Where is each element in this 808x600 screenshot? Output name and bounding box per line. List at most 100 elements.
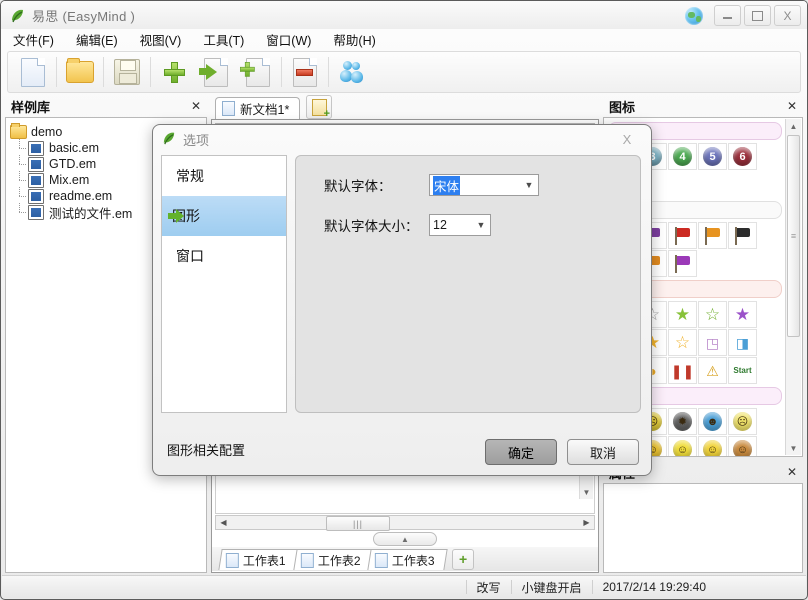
menu-help[interactable]: 帮助(H) (333, 30, 375, 49)
properties-body (603, 483, 803, 573)
chevron-down-icon[interactable]: ▼ (520, 180, 538, 190)
icon-cell[interactable]: 6 (728, 143, 757, 170)
globe-icon[interactable] (685, 6, 703, 25)
document-tab[interactable]: 新文档1* (215, 97, 301, 119)
tree-item-label: GTD.em (49, 157, 97, 171)
dialog-title-bar: 选项 X (153, 125, 651, 153)
icon-scroll-thumb[interactable]: ≡ (787, 135, 800, 337)
sheet-tab-3[interactable]: 工作表3 (367, 548, 448, 570)
icon-cell[interactable]: ❚❚ (668, 357, 697, 384)
icon-vertical-scrollbar[interactable]: ▲ ≡ ▼ (785, 119, 801, 455)
minimize-button[interactable] (714, 5, 741, 26)
scroll-down-icon[interactable]: ▼ (786, 441, 801, 455)
sheet-tab-label: 工作表2 (317, 553, 361, 567)
emoticon-icon: ☻ (703, 412, 722, 431)
symbol-icon: ◨ (735, 334, 750, 351)
easymind-leaf-icon (9, 7, 26, 24)
delete-node-button[interactable] (284, 53, 326, 91)
menu-window[interactable]: 窗口(W) (266, 30, 311, 49)
icon-cell[interactable]: ☆ (698, 301, 727, 328)
open-file-button[interactable] (59, 53, 101, 91)
tree-item-label: basic.em (49, 141, 100, 155)
share-button[interactable] (331, 53, 373, 91)
dialog-close-button[interactable]: X (611, 129, 643, 149)
nav-item-label: 窗口 (176, 248, 204, 264)
nav-item-general[interactable]: 常规 (162, 156, 286, 196)
dialog-title: 选项 (183, 132, 210, 148)
insert-child-button[interactable] (237, 53, 279, 91)
default-font-combo[interactable]: 宋体 ▼ (429, 174, 539, 196)
sample-library-header: 样例库 ✕ (5, 95, 207, 117)
dialog-graphics-page: 默认字体： 宋体 ▼ 默认字体大小： 12 ▼ (295, 155, 641, 413)
collapse-bar: ▲ (212, 532, 598, 546)
window-title: 易思 (EasyMind ) (32, 8, 136, 24)
add-sheet-button[interactable]: + (452, 548, 475, 570)
sheet-tab-2[interactable]: 工作表2 (293, 548, 374, 570)
icon-cell[interactable]: ☺ (698, 436, 727, 456)
default-font-label: 默认字体： (324, 179, 392, 194)
emoticon-icon: ☺ (733, 440, 752, 456)
icon-cell[interactable]: ☺ (668, 436, 697, 456)
icon-cell[interactable]: ◳ (698, 329, 727, 356)
sample-library-title: 样例库 (11, 99, 51, 115)
new-doc-tab-button[interactable] (306, 95, 333, 120)
ok-button[interactable]: 确定 (485, 439, 557, 465)
chevron-down-icon[interactable]: ▼ (472, 220, 490, 230)
flag-icon (733, 226, 753, 245)
emoticon-icon: ☺ (703, 440, 722, 456)
icon-cell[interactable]: ☹ (728, 408, 757, 435)
save-button[interactable] (106, 53, 148, 91)
symbol-icon: Start (733, 365, 752, 375)
icon-cell[interactable] (668, 222, 697, 249)
icon-cell[interactable]: ★ (728, 301, 757, 328)
close-button[interactable]: X (774, 5, 801, 26)
close-icon[interactable]: ✕ (191, 99, 201, 113)
close-icon[interactable]: ✕ (787, 465, 797, 479)
tree-item-label: 测试的文件.em (49, 206, 133, 221)
window-controls: X (685, 5, 801, 26)
hscroll-thumb[interactable]: ||| (326, 516, 390, 531)
scroll-down-icon[interactable]: ▼ (580, 486, 593, 499)
icon-cell[interactable]: Start (728, 357, 757, 384)
sheet-tab-1[interactable]: 工作表1 (218, 548, 299, 570)
canvas-horizontal-scrollbar[interactable]: ◀ ||| ▶ (215, 515, 595, 531)
icon-cell[interactable]: ◨ (728, 329, 757, 356)
hscroll-track[interactable]: ||| (231, 516, 579, 531)
default-font-size-combo[interactable]: 12 ▼ (429, 214, 491, 236)
icon-cell[interactable] (668, 250, 697, 277)
icon-cell[interactable] (728, 222, 757, 249)
icon-cell[interactable]: 4 (668, 143, 697, 170)
cancel-button[interactable]: 取消 (567, 439, 639, 465)
document-tab-bar: 新文档1* (211, 95, 599, 120)
status-overwrite: 改写 (465, 580, 511, 595)
new-document-button[interactable] (12, 53, 54, 91)
add-node-button[interactable] (153, 53, 195, 91)
scroll-up-icon[interactable]: ▲ (786, 119, 801, 133)
menu-view[interactable]: 视图(V) (140, 30, 182, 49)
icon-cell[interactable]: ☆ (668, 329, 697, 356)
nav-item-window[interactable]: 窗口 (162, 236, 286, 276)
maximize-button[interactable] (744, 5, 771, 26)
icon-cell[interactable]: ⚠ (698, 357, 727, 384)
icon-cell[interactable]: ★ (668, 301, 697, 328)
number-ball-icon: 5 (703, 147, 722, 166)
em-file-icon (28, 204, 44, 220)
scroll-left-icon[interactable]: ◀ (216, 518, 231, 527)
new-document-plus-icon (311, 98, 330, 120)
folder-icon (10, 123, 27, 139)
insert-sibling-button[interactable] (195, 53, 237, 91)
status-datetime: 2017/2/14 19:29:40 (591, 580, 716, 594)
menu-edit[interactable]: 编辑(E) (76, 30, 118, 49)
scroll-right-icon[interactable]: ▶ (579, 518, 594, 527)
nav-item-graphics[interactable]: 图形 (162, 196, 286, 236)
icon-cell[interactable]: ☺ (728, 436, 757, 456)
close-icon[interactable]: ✕ (787, 99, 797, 113)
icon-cell[interactable]: 5 (698, 143, 727, 170)
easymind-leaf-icon (161, 130, 177, 149)
menu-tools[interactable]: 工具(T) (203, 30, 244, 49)
collapse-button[interactable]: ▲ (373, 532, 437, 546)
icon-cell[interactable]: ☻ (698, 408, 727, 435)
icon-cell[interactable] (698, 222, 727, 249)
icon-cell[interactable]: ✹ (668, 408, 697, 435)
menu-file[interactable]: 文件(F) (13, 30, 54, 49)
